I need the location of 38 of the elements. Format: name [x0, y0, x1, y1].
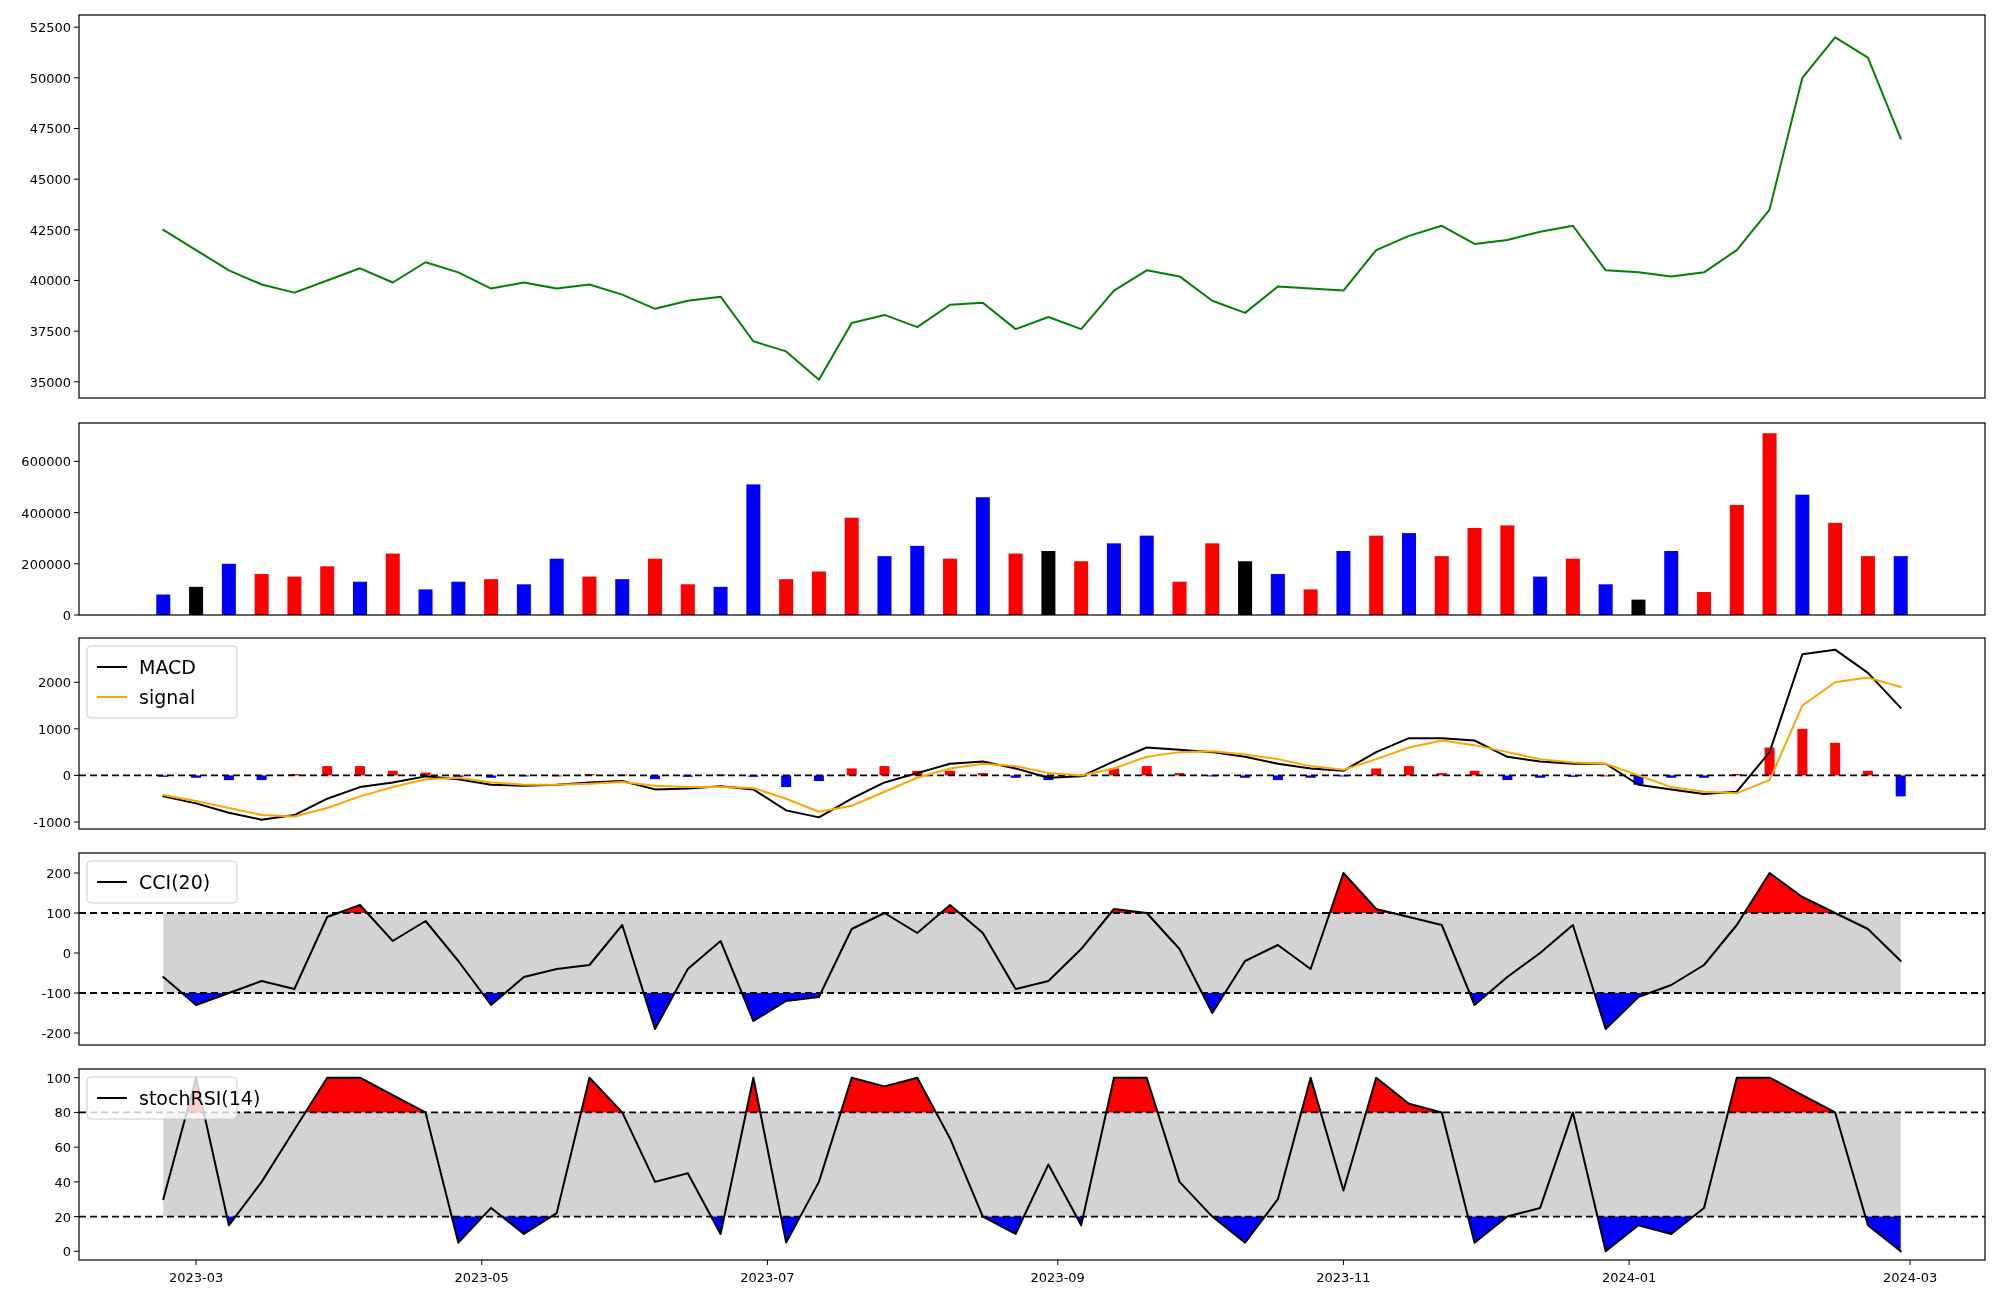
- x-tick-label: 2023-05: [454, 1270, 509, 1285]
- y-tick-label: 100: [46, 906, 71, 921]
- y-tick-label: 0: [62, 768, 71, 784]
- y-tick-label: 40: [54, 1174, 71, 1190]
- y-tick-label: 200000: [21, 556, 71, 572]
- x-tick-label: 2023-09: [1030, 1270, 1085, 1285]
- y-tick-label: 0: [62, 1244, 71, 1260]
- legend-label: stochRSI(14): [139, 1087, 261, 1109]
- y-tick-label: 47500: [29, 121, 71, 137]
- y-tick-label: 20: [54, 1209, 71, 1225]
- y-tick-label: 400000: [21, 505, 71, 521]
- x-tick-label: 2023-03: [168, 1270, 224, 1285]
- y-tick-label: 80: [54, 1105, 71, 1121]
- x-tick-label: 2024-01: [1601, 1270, 1657, 1285]
- y-tick-label: -1000: [33, 815, 71, 830]
- y-tick-label: 60: [54, 1140, 71, 1156]
- x-tick-label: 2023-11: [1316, 1270, 1371, 1285]
- y-tick-label: -200: [41, 1026, 71, 1041]
- y-tick-label: 1000: [37, 721, 71, 737]
- legend-label: CCI(20): [139, 871, 211, 893]
- legend-label: MACD: [139, 656, 196, 678]
- y-tick-label: 200: [46, 866, 71, 881]
- y-tick-label: 45000: [29, 172, 71, 188]
- x-tick-label: 2023-07: [740, 1270, 795, 1285]
- legend-label: signal: [139, 686, 196, 708]
- y-tick-label: 42500: [29, 222, 71, 238]
- x-tick-label: 2024-03: [1882, 1270, 1938, 1285]
- y-tick-label: 100: [46, 1070, 71, 1086]
- y-tick-label: 40000: [29, 273, 71, 289]
- y-tick-label: -100: [41, 986, 71, 1001]
- y-tick-label: 35000: [29, 374, 71, 390]
- y-tick-label: 600000: [21, 454, 71, 470]
- y-tick-label: 0: [62, 946, 71, 961]
- y-tick-label: 52500: [29, 20, 71, 36]
- y-tick-label: 0: [62, 608, 71, 623]
- y-tick-label: 50000: [29, 70, 71, 86]
- y-tick-label: 2000: [37, 675, 71, 691]
- y-tick-label: 37500: [29, 324, 71, 340]
